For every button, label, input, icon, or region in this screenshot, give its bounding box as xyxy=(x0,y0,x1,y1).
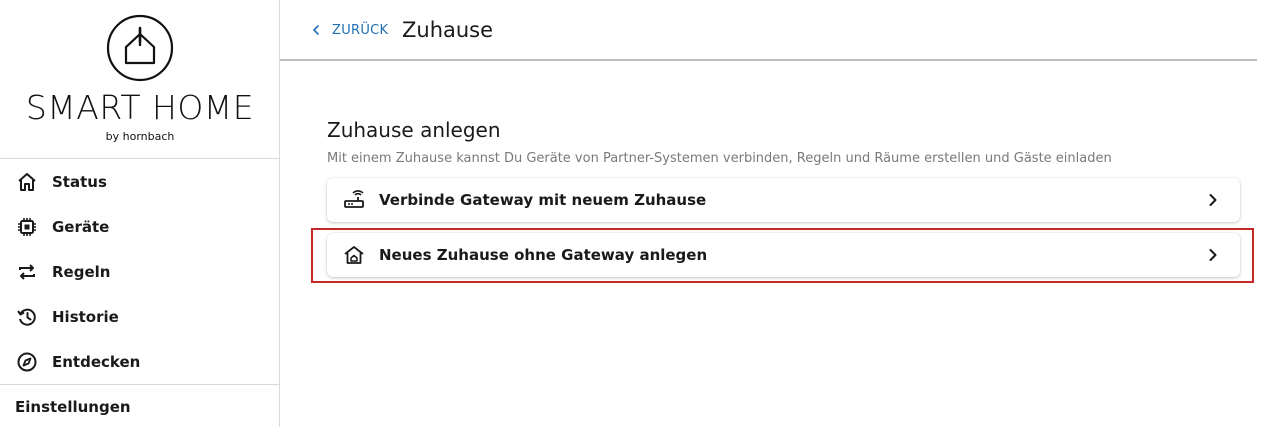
brand: SMART HOME by hornbach xyxy=(0,0,280,159)
chevron-left-icon xyxy=(313,25,319,35)
option-label: Neues Zuhause ohne Gateway anlegen xyxy=(379,246,708,264)
back-button[interactable]: ZURÜCK xyxy=(310,20,388,40)
sidebar-item-label: Entdecken xyxy=(52,353,141,371)
option-new-home-without-gateway[interactable]: Neues Zuhause ohne Gateway anlegen xyxy=(327,233,1240,277)
brand-title: SMART HOME xyxy=(25,88,255,127)
history-icon xyxy=(17,308,36,326)
sidebar-item-einstellungen[interactable]: Einstellungen xyxy=(15,397,131,417)
house-plus-icon xyxy=(344,246,364,264)
sidebar-item-regeln[interactable]: Regeln xyxy=(0,250,280,294)
sidebar-item-historie[interactable]: Historie xyxy=(0,295,280,339)
option-label: Verbinde Gateway mit neuem Zuhause xyxy=(379,191,707,209)
repeat-icon xyxy=(19,264,35,280)
brand-subtitle: by hornbach xyxy=(105,130,175,143)
option-connect-gateway[interactable]: Verbinde Gateway mit neuem Zuhause xyxy=(327,178,1240,222)
back-label: ZURÜCK xyxy=(332,22,389,38)
chevron-right-icon xyxy=(1209,249,1217,261)
section-description: Mit einem Zuhause kannst Du Geräte von P… xyxy=(327,151,1112,166)
chevron-right-icon xyxy=(1209,194,1217,206)
compass-icon xyxy=(17,352,37,372)
sidebar-item-label: Historie xyxy=(52,308,119,326)
section-title: Zuhause anlegen xyxy=(327,118,501,142)
sidebar-item-label: Status xyxy=(52,173,107,191)
sidebar-item-status[interactable]: Status xyxy=(0,160,280,204)
sidebar-item-label: Geräte xyxy=(52,218,110,236)
sidebar-divider xyxy=(0,384,280,385)
smart-home-logo-icon xyxy=(106,14,174,82)
page-title: Zuhause xyxy=(402,18,494,42)
chip-icon xyxy=(18,218,36,236)
sidebar: SMART HOME by hornbach Status Geräte Reg… xyxy=(0,0,280,427)
sidebar-item-label: Regeln xyxy=(52,263,111,281)
sidebar-item-entdecken[interactable]: Entdecken xyxy=(0,340,280,384)
home-icon xyxy=(18,173,36,191)
page-header: ZURÜCK Zuhause xyxy=(280,0,1257,61)
sidebar-item-geraete[interactable]: Geräte xyxy=(0,205,280,249)
router-icon xyxy=(344,190,364,208)
